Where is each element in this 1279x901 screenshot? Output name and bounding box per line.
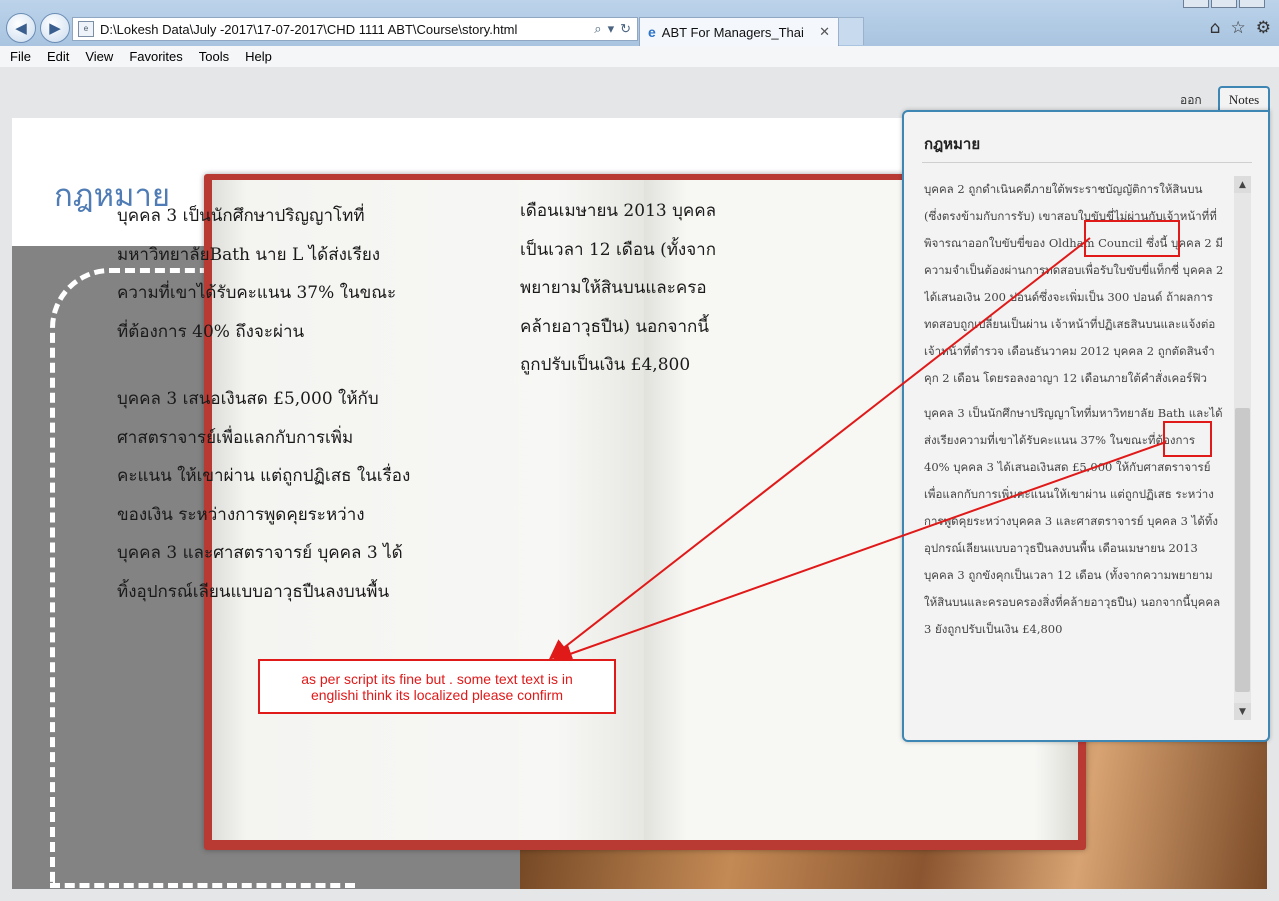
forward-arrow-icon: ▶ bbox=[49, 19, 61, 37]
callout-line-1: as per script its fine but . some text t… bbox=[301, 670, 573, 687]
close-tab-icon[interactable]: ✕ bbox=[819, 24, 830, 40]
menu-file[interactable]: File bbox=[10, 49, 31, 64]
minimize-button[interactable] bbox=[1183, 0, 1209, 8]
home-icon[interactable]: ⌂ bbox=[1210, 18, 1221, 38]
tab-title: ABT For Managers_Thai bbox=[661, 24, 804, 40]
book-right-paragraph: เดือนเมษายน 2013 บุคคล เป็นเวลา 12 เดือน… bbox=[520, 192, 860, 385]
book-line: ของเงิน ระหว่างการพูดคุยระหว่าง bbox=[117, 504, 365, 525]
forward-button[interactable]: ▶ bbox=[40, 13, 70, 43]
course-player: ออก Notes กฎหมาย บุคคล 3 เป็นนักศึกษาปริ… bbox=[0, 67, 1279, 901]
notes-heading: กฎหมาย bbox=[924, 135, 981, 153]
book-line: ความที่เขาได้รับคะแนน 37% ในขณะ bbox=[117, 283, 397, 303]
ie-icon: e bbox=[648, 24, 656, 40]
book-line: ถูกปรับเป็นเงิน £4,800 bbox=[520, 355, 691, 375]
settings-gear-icon[interactable]: ⚙ bbox=[1256, 18, 1271, 38]
back-button[interactable]: ◀ bbox=[6, 13, 36, 43]
browser-titlebar: ◀ ▶ e D:\Lokesh Data\July -2017\17-07-20… bbox=[0, 0, 1279, 47]
book-line: เดือนเมษายน 2013 บุคคล bbox=[520, 201, 717, 221]
book-left-paragraph-1: บุคคล 3 เป็นนักศึกษาปริญญาโทที่ มหาวิทยา… bbox=[117, 197, 447, 351]
menu-help[interactable]: Help bbox=[245, 49, 272, 64]
notes-scrollbar[interactable]: ▲ ▼ bbox=[1234, 176, 1251, 720]
dropdown-icon[interactable]: ▾ bbox=[608, 21, 615, 37]
notes-tab[interactable]: Notes bbox=[1218, 86, 1270, 112]
browser-toolbar-icons: ⌂ ☆ ⚙ bbox=[1210, 18, 1271, 38]
notes-panel: กฎหมาย บุคคล 2 ถูกดำเนินคดีภายใต้พระราชบ… bbox=[902, 110, 1270, 742]
scroll-up-icon[interactable]: ▲ bbox=[1234, 176, 1251, 193]
maximize-button[interactable] bbox=[1211, 0, 1237, 8]
notes-paragraph-1: บุคคล 2 ถูกดำเนินคดีภายใต้พระราชบัญญัติก… bbox=[924, 182, 1224, 385]
book-line: พยายามให้สินบนและครอ bbox=[520, 278, 707, 298]
book-line: ที่ต้องการ 40% ถึงจะผ่าน bbox=[117, 321, 305, 342]
callout-line-2: englishi think its localized please conf… bbox=[310, 686, 564, 703]
search-icon[interactable]: ⌕ bbox=[594, 21, 601, 37]
menu-bar: File Edit View Favorites Tools Help bbox=[0, 46, 1279, 68]
book-line: คะแนน ให้เขาผ่าน แต่ถูกปฏิเสธ ในเรื่อง bbox=[117, 466, 411, 486]
refresh-icon[interactable]: ↻ bbox=[620, 21, 631, 37]
book-line: คล้ายอาวุธปืน) นอกจากนี้ bbox=[520, 316, 709, 337]
book-line: มหาวิทยาลัยBath นาย L ได้ส่งเรียง bbox=[117, 244, 381, 265]
window-controls bbox=[1183, 0, 1265, 8]
menu-edit[interactable]: Edit bbox=[47, 49, 69, 64]
browser-tab[interactable]: e ABT For Managers_Thai ✕ bbox=[639, 17, 839, 46]
scroll-thumb[interactable] bbox=[1235, 408, 1250, 692]
menu-favorites[interactable]: Favorites bbox=[129, 49, 182, 64]
book-line: ศาสตราจารย์เพื่อแลกกับการเพิ่ม bbox=[117, 427, 354, 448]
book-line: ทิ้งอุปกรณ์เลียนแบบอาวุธปืนลงบนพื้น bbox=[117, 581, 390, 602]
annotation-callout: as per script its fine but . some text t… bbox=[258, 659, 616, 714]
address-bar[interactable]: e D:\Lokesh Data\July -2017\17-07-2017\C… bbox=[72, 17, 638, 41]
notes-divider bbox=[922, 162, 1252, 163]
favorites-star-icon[interactable]: ☆ bbox=[1231, 18, 1246, 38]
scroll-down-icon[interactable]: ▼ bbox=[1234, 703, 1251, 720]
book-line: บุคคล 3 เป็นนักศึกษาปริญญาโทที่ bbox=[117, 206, 365, 226]
menu-view[interactable]: View bbox=[85, 49, 113, 64]
page-icon: e bbox=[78, 21, 94, 37]
book-left-paragraph-2: บุคคล 3 เสนอเงินสด £5,000 ให้กับ ศาสตราจ… bbox=[117, 380, 447, 611]
book-line: บุคคล 3 และศาสตราจารย์ บุคคล 3 ได้ bbox=[117, 543, 403, 563]
book-line: เป็นเวลา 12 เดือน (ทั้งจาก bbox=[520, 239, 717, 260]
book-line: บุคคล 3 เสนอเงินสด £5,000 ให้กับ bbox=[117, 389, 379, 409]
new-tab-button[interactable] bbox=[838, 17, 864, 45]
url-text[interactable]: D:\Lokesh Data\July -2017\17-07-2017\CHD… bbox=[100, 22, 594, 37]
close-window-button[interactable] bbox=[1239, 0, 1265, 8]
annotation-highlight-bath bbox=[1163, 421, 1212, 457]
menu-tools[interactable]: Tools bbox=[199, 49, 229, 64]
annotation-highlight-oldham bbox=[1084, 220, 1180, 257]
exit-button[interactable]: ออก bbox=[1180, 91, 1202, 110]
back-arrow-icon: ◀ bbox=[15, 19, 27, 37]
